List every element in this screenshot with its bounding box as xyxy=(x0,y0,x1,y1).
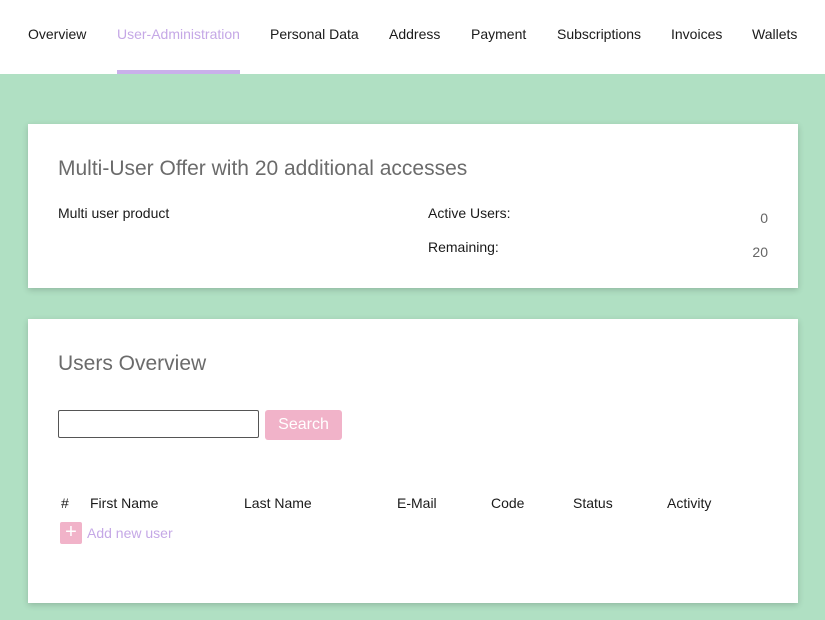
offer-title: Multi-User Offer with 20 additional acce… xyxy=(58,157,468,180)
column-header-last-name: Last Name xyxy=(244,495,312,511)
column-header-number: # xyxy=(61,495,69,511)
top-navigation: Overview User-Administration Personal Da… xyxy=(0,0,825,74)
search-button[interactable]: Search xyxy=(265,410,342,440)
tab-payment[interactable]: Payment xyxy=(471,0,526,74)
column-header-first-name: First Name xyxy=(90,495,159,511)
tab-user-administration[interactable]: User-Administration xyxy=(117,0,240,74)
column-header-code: Code xyxy=(491,495,525,511)
users-overview-title: Users Overview xyxy=(58,352,207,375)
add-new-user-label: Add new user xyxy=(87,525,173,541)
plus-icon: + xyxy=(60,522,82,544)
tab-overview[interactable]: Overview xyxy=(28,0,86,74)
remaining-label: Remaining: xyxy=(428,239,499,255)
tab-wallets[interactable]: Wallets xyxy=(752,0,797,74)
tab-personal-data[interactable]: Personal Data xyxy=(270,0,359,74)
tab-address[interactable]: Address xyxy=(389,0,440,74)
offer-card: Multi-User Offer with 20 additional acce… xyxy=(28,124,798,288)
product-label: Multi user product xyxy=(58,205,170,221)
active-users-label: Active Users: xyxy=(428,205,511,221)
tab-subscriptions[interactable]: Subscriptions xyxy=(557,0,641,74)
users-overview-card: Users Overview Search # First Name Last … xyxy=(28,319,798,603)
search-input[interactable] xyxy=(58,410,259,438)
active-users-value: 0 xyxy=(760,210,768,226)
tab-invoices[interactable]: Invoices xyxy=(671,0,722,74)
column-header-activity: Activity xyxy=(667,495,712,511)
column-header-email: E-Mail xyxy=(397,495,437,511)
remaining-value: 20 xyxy=(752,244,768,260)
column-header-status: Status xyxy=(573,495,613,511)
